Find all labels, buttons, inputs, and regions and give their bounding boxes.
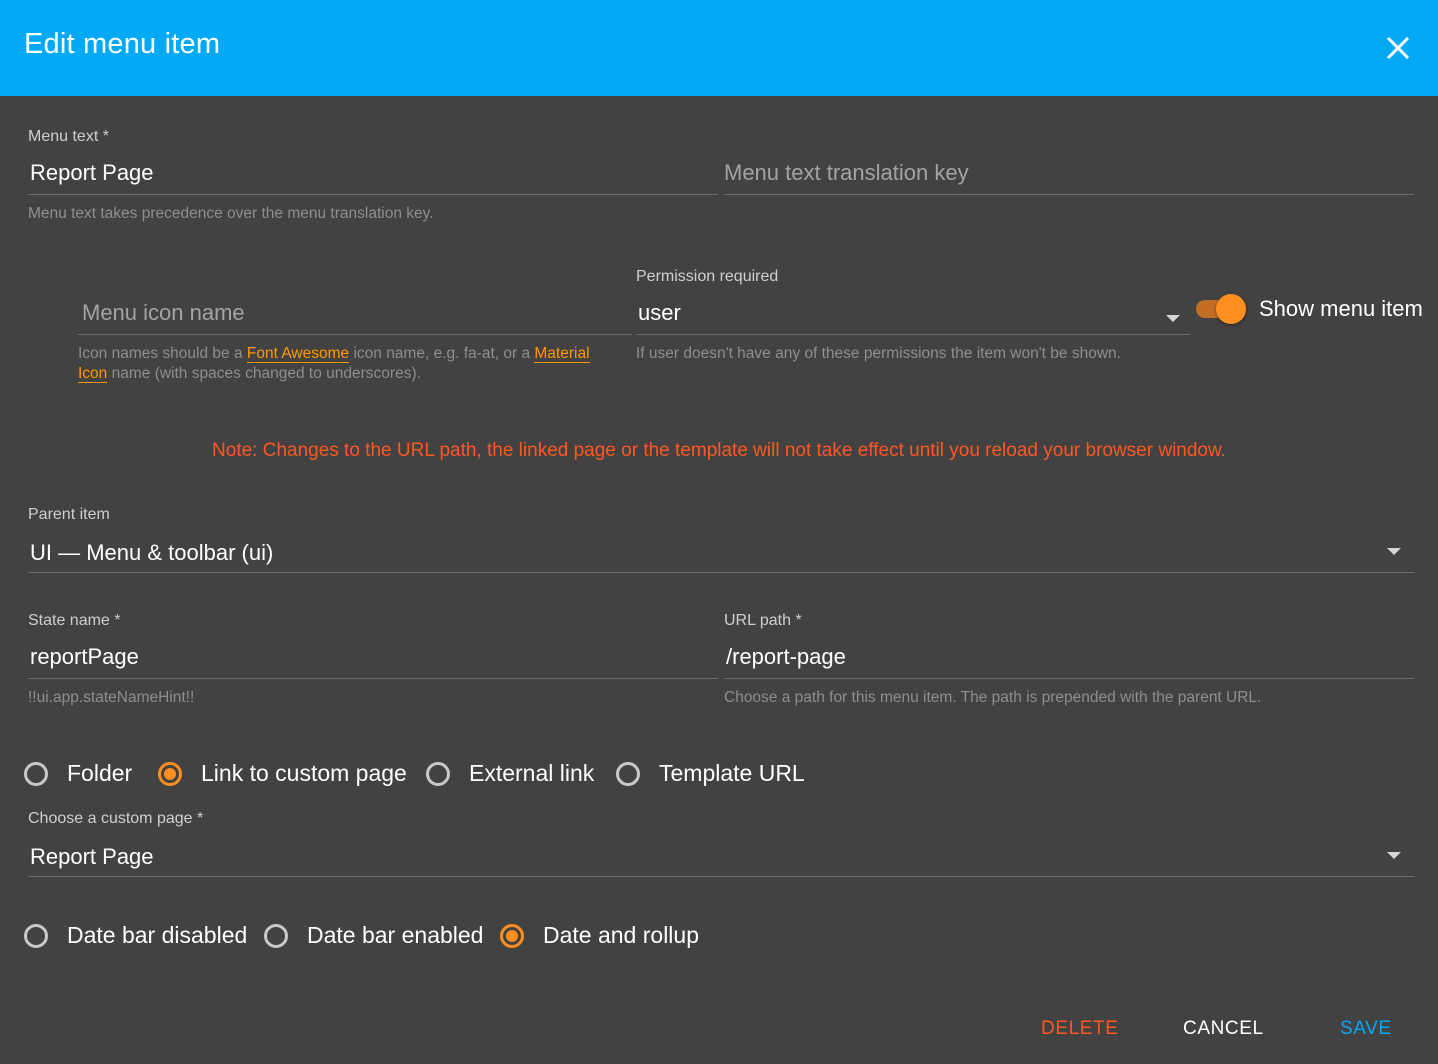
state-name-hint: !!ui.app.stateNameHint!! — [28, 689, 195, 706]
dialog-header: Edit menu item — [0, 0, 1438, 96]
translation-key-placeholder: Menu text translation key — [724, 160, 969, 185]
dialog-title: Edit menu item — [24, 28, 221, 60]
material-icon-link[interactable]: Icon — [78, 365, 108, 383]
icon-name-placeholder: Menu icon name — [82, 300, 245, 325]
toggle-thumb — [1216, 294, 1246, 324]
chevron-down-icon — [1387, 852, 1401, 859]
icon-hint-text: name (with spaces changed to underscores… — [107, 365, 421, 382]
font-awesome-link[interactable]: Font Awesome — [246, 345, 350, 363]
radio-date-and-rollup[interactable]: Date and rollup — [500, 922, 699, 949]
menu-text-label: Menu text * — [28, 128, 109, 145]
state-name-field[interactable]: reportPage — [28, 630, 718, 680]
material-icon-link[interactable]: Material — [534, 345, 590, 363]
url-path-underline — [724, 678, 1414, 679]
parent-item-select[interactable]: UI — Menu & toolbar (ui) — [28, 524, 1414, 574]
custom-page-select[interactable]: Report Page — [28, 828, 1414, 878]
url-path-label: URL path * — [724, 612, 802, 629]
radio-folder[interactable]: Folder — [24, 760, 132, 787]
permission-value: user — [638, 300, 681, 325]
icon-hint-text: Icon names should be a — [78, 345, 247, 362]
permission-hint: If user doesn't have any of these permis… — [636, 345, 1121, 362]
radio-ring — [24, 923, 48, 948]
custom-page-value: Report Page — [30, 844, 154, 869]
radio-ring — [158, 761, 182, 786]
cancel-button[interactable]: CANCEL — [1183, 1018, 1264, 1040]
parent-item-value: UI — Menu & toolbar (ui) — [30, 540, 274, 565]
radio-label: Template URL — [659, 760, 805, 786]
radio-label: Folder — [67, 760, 133, 786]
close-button[interactable] — [1376, 26, 1420, 70]
url-path-field[interactable]: /report-page — [724, 630, 1414, 680]
chevron-down-icon — [1387, 548, 1401, 555]
icon-hint-text: icon name, e.g. fa-at, or a — [349, 345, 535, 362]
permission-underline — [636, 334, 1190, 335]
radio-label: Link to custom page — [201, 760, 407, 786]
translation-key-underline — [724, 194, 1414, 195]
radio-link-to-custom-page[interactable]: Link to custom page — [158, 760, 407, 787]
radio-template-url[interactable]: Template URL — [616, 760, 805, 787]
delete-button[interactable]: DELETE — [1041, 1018, 1119, 1040]
save-button[interactable]: SAVE — [1340, 1018, 1392, 1040]
url-path-value: /report-page — [726, 644, 846, 669]
radio-ring — [24, 761, 48, 786]
chevron-down-icon — [1166, 315, 1180, 322]
radio-ring — [264, 923, 288, 948]
parent-item-label: Parent item — [28, 506, 110, 523]
radio-label: Date bar enabled — [307, 922, 484, 948]
custom-page-underline — [28, 876, 1414, 877]
menu-text-value: Report Page — [30, 160, 154, 185]
custom-page-label: Choose a custom page * — [28, 810, 204, 827]
radio-ring — [616, 761, 640, 786]
translation-key-field[interactable]: Menu text translation key — [724, 146, 1414, 196]
radio-date-bar-disabled[interactable]: Date bar disabled — [24, 922, 247, 949]
show-menu-item-label: Show menu item — [1259, 296, 1423, 321]
radio-label: Date and rollup — [543, 922, 699, 948]
radio-label: Date bar disabled — [67, 922, 248, 948]
radio-date-bar-enabled[interactable]: Date bar enabled — [264, 922, 483, 949]
state-name-value: reportPage — [30, 644, 139, 669]
parent-item-underline — [28, 572, 1414, 573]
menu-text-underline — [28, 194, 718, 195]
radio-external-link[interactable]: External link — [426, 760, 594, 787]
menu-text-field[interactable]: Report Page — [28, 146, 718, 196]
state-name-label: State name * — [28, 612, 121, 629]
permission-label: Permission required — [636, 268, 779, 285]
menu-text-hint: Menu text takes precedence over the menu… — [28, 205, 434, 222]
radio-ring — [500, 923, 524, 948]
icon-name-hint: Icon names should be a Font Awesome icon… — [78, 344, 618, 384]
reload-note: Note: Changes to the URL path, the linke… — [212, 440, 1226, 461]
show-menu-item-toggle[interactable] — [1196, 294, 1248, 324]
close-icon — [1386, 36, 1410, 60]
permission-select[interactable]: user — [636, 286, 1190, 336]
url-path-hint: Choose a path for this menu item. The pa… — [724, 689, 1262, 706]
state-name-underline — [28, 678, 718, 679]
icon-name-underline — [78, 334, 632, 335]
icon-name-field[interactable]: Menu icon name — [78, 286, 632, 336]
radio-ring — [426, 761, 450, 786]
radio-label: External link — [469, 760, 595, 786]
